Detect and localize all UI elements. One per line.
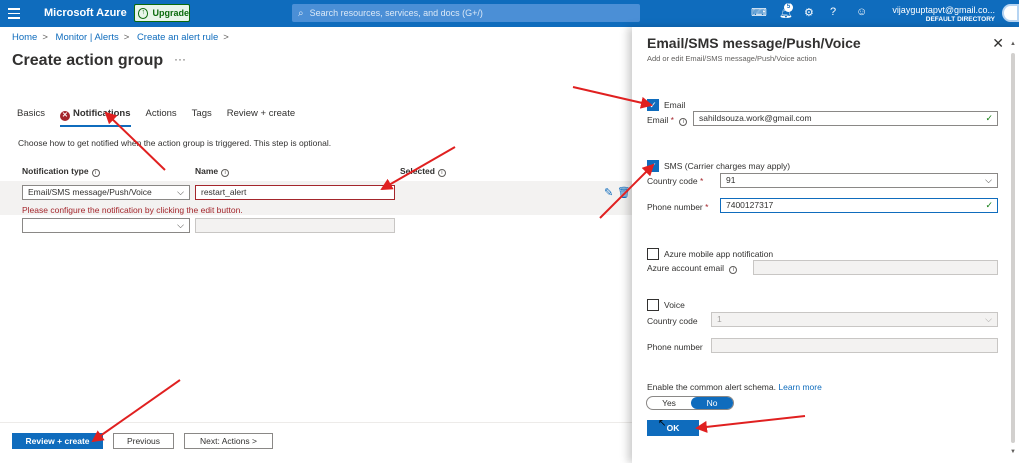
notification-type-value: Email/SMS message/Push/Voice bbox=[28, 187, 152, 197]
learn-more-link[interactable]: Learn more bbox=[778, 382, 821, 392]
top-bar: Microsoft Azure ↑ Upgrade ⌕ Search resou… bbox=[0, 0, 1019, 27]
error-message: Please configure the notification by cli… bbox=[22, 205, 243, 215]
page-title: Create action group bbox=[12, 52, 164, 69]
voice-phone-number-label: Phone number bbox=[647, 342, 703, 352]
toggle-yes[interactable]: Yes bbox=[647, 397, 691, 409]
mouse-cursor-icon: ↖ bbox=[658, 418, 667, 429]
scroll-up-icon[interactable]: ▲ bbox=[1010, 41, 1016, 47]
close-icon[interactable]: ✕ bbox=[992, 35, 1004, 52]
breadcrumb: Home > Monitor | Alerts > Create an alert … bbox=[12, 32, 229, 43]
help-icon[interactable]: ? bbox=[830, 6, 836, 18]
scrollbar[interactable]: ▲ ▼ bbox=[1010, 41, 1017, 461]
info-icon[interactable]: i bbox=[679, 118, 688, 126]
tab-notifications-label: Notifications bbox=[72, 108, 131, 119]
info-icon[interactable]: i bbox=[729, 266, 738, 274]
chevron-down-icon: ⌵ bbox=[177, 187, 184, 197]
phone-number-value: 7400127317 bbox=[726, 200, 774, 210]
error-icon: ✕ bbox=[59, 111, 70, 121]
country-code-select[interactable]: 91 ⌵ bbox=[720, 173, 998, 188]
upgrade-label: Upgrade bbox=[152, 8, 189, 18]
sms-checkbox-label: SMS (Carrier charges may apply) bbox=[664, 161, 791, 171]
phone-number-input[interactable]: 7400127317 ✓ bbox=[720, 198, 998, 213]
voice-country-code-select[interactable]: 1 ⌵ bbox=[711, 312, 998, 327]
sms-checkbox[interactable]: ✓ bbox=[647, 160, 659, 172]
gear-icon[interactable]: ⚙ bbox=[804, 6, 814, 19]
tab-actions[interactable]: Actions bbox=[146, 108, 177, 127]
voice-phone-number-input[interactable] bbox=[711, 338, 998, 353]
chevron-down-icon: ⌵ bbox=[985, 314, 992, 324]
delete-icon[interactable]: 🗑︎ bbox=[617, 186, 631, 199]
email-input[interactable]: sahildsouza.work@gmail.com ✓ bbox=[693, 111, 998, 126]
scroll-down-icon[interactable]: ▼ bbox=[1010, 449, 1016, 455]
email-checkbox-label: Email bbox=[664, 100, 686, 110]
breadcrumb-create-alert-rule[interactable]: Create an alert rule bbox=[137, 32, 218, 43]
toggle-no[interactable]: No bbox=[691, 397, 733, 409]
info-icon[interactable]: i bbox=[437, 169, 446, 177]
chevron-down-icon: ⌵ bbox=[177, 220, 184, 230]
avatar[interactable] bbox=[1002, 4, 1019, 22]
breadcrumb-alerts[interactable]: Monitor | Alerts bbox=[56, 32, 119, 43]
search-icon: ⌕ bbox=[298, 7, 304, 19]
panel-subtitle: Add or edit Email/SMS message/Push/Voice… bbox=[647, 54, 817, 63]
user-account[interactable]: vijayguptapvt@gmail.co... DEFAULT DIRECT… bbox=[892, 5, 995, 23]
voice-country-code-label: Country code bbox=[647, 316, 698, 326]
header-name: Name i bbox=[195, 166, 230, 177]
azure-account-email-label: Azure account email i bbox=[647, 263, 738, 274]
phone-number-label: Phone number * bbox=[647, 202, 709, 212]
name-input-empty[interactable] bbox=[195, 218, 395, 233]
ok-button[interactable]: OK bbox=[647, 420, 699, 436]
voice-checkbox-label: Voice bbox=[664, 300, 685, 310]
breadcrumb-home[interactable]: Home bbox=[12, 32, 37, 43]
info-icon[interactable]: i bbox=[91, 169, 100, 177]
tab-tags[interactable]: Tags bbox=[192, 108, 212, 127]
more-options-icon[interactable]: ··· bbox=[174, 52, 186, 66]
tab-review-create[interactable]: Review + create bbox=[227, 108, 295, 127]
check-icon: ✓ bbox=[985, 113, 993, 123]
notification-type-select[interactable]: Email/SMS message/Push/Voice ⌵ bbox=[22, 185, 190, 200]
upgrade-icon: ↑ bbox=[138, 7, 149, 19]
azure-app-checkbox[interactable] bbox=[647, 248, 659, 260]
email-checkbox[interactable]: ✓ bbox=[647, 99, 659, 111]
panel-title: Email/SMS message/Push/Voice bbox=[647, 35, 861, 51]
tab-description: Choose how to get notified when the acti… bbox=[18, 138, 332, 148]
email-label: Email * i bbox=[647, 115, 688, 126]
tab-bar: Basics ✕ Notifications Actions Tags Revie… bbox=[17, 108, 310, 127]
terminal-icon[interactable]: ⌨ bbox=[751, 6, 767, 19]
tab-notifications[interactable]: ✕ Notifications bbox=[59, 108, 131, 127]
notification-type-select-empty[interactable]: ⌵ bbox=[22, 218, 190, 233]
email-value: sahildsouza.work@gmail.com bbox=[699, 113, 812, 123]
brand-title[interactable]: Microsoft Azure bbox=[44, 7, 127, 19]
hamburger-icon[interactable] bbox=[8, 8, 20, 22]
azure-app-checkbox-label: Azure mobile app notification bbox=[664, 249, 774, 259]
voice-checkbox[interactable] bbox=[647, 299, 659, 311]
search-placeholder: Search resources, services, and docs (G+… bbox=[309, 8, 483, 18]
edit-icon[interactable]: ✎ bbox=[604, 186, 613, 199]
upgrade-button[interactable]: ↑ Upgrade bbox=[134, 4, 190, 22]
alert-schema-label: Enable the common alert schema. Learn mo… bbox=[647, 382, 822, 392]
notification-badge: 5 bbox=[784, 3, 793, 12]
azure-account-email-input[interactable] bbox=[753, 260, 998, 275]
chevron-down-icon: ⌵ bbox=[985, 175, 992, 185]
check-icon: ✓ bbox=[985, 200, 993, 210]
country-code-label: Country code * bbox=[647, 176, 704, 186]
search-input[interactable]: ⌕ Search resources, services, and docs (… bbox=[292, 4, 640, 22]
user-email: vijayguptapvt@gmail.co... bbox=[892, 5, 995, 15]
feedback-icon[interactable]: ☺ bbox=[856, 6, 867, 18]
tab-basics[interactable]: Basics bbox=[17, 108, 45, 127]
voice-country-code-value: 1 bbox=[717, 314, 722, 324]
footer-divider bbox=[0, 422, 632, 423]
header-notification-type: Notification type i bbox=[22, 166, 100, 177]
info-icon[interactable]: i bbox=[221, 169, 230, 177]
arrow-review-create bbox=[91, 379, 181, 443]
alert-schema-toggle[interactable]: Yes No bbox=[646, 396, 734, 410]
next-actions-button[interactable]: Next: Actions > bbox=[184, 433, 273, 449]
previous-button[interactable]: Previous bbox=[113, 433, 174, 449]
header-selected: Selected i bbox=[400, 166, 446, 177]
country-code-value: 91 bbox=[726, 175, 736, 185]
user-directory: DEFAULT DIRECTORY bbox=[925, 16, 995, 23]
name-input[interactable]: restart_alert bbox=[195, 185, 395, 200]
review-create-button[interactable]: Review + create bbox=[12, 433, 103, 449]
